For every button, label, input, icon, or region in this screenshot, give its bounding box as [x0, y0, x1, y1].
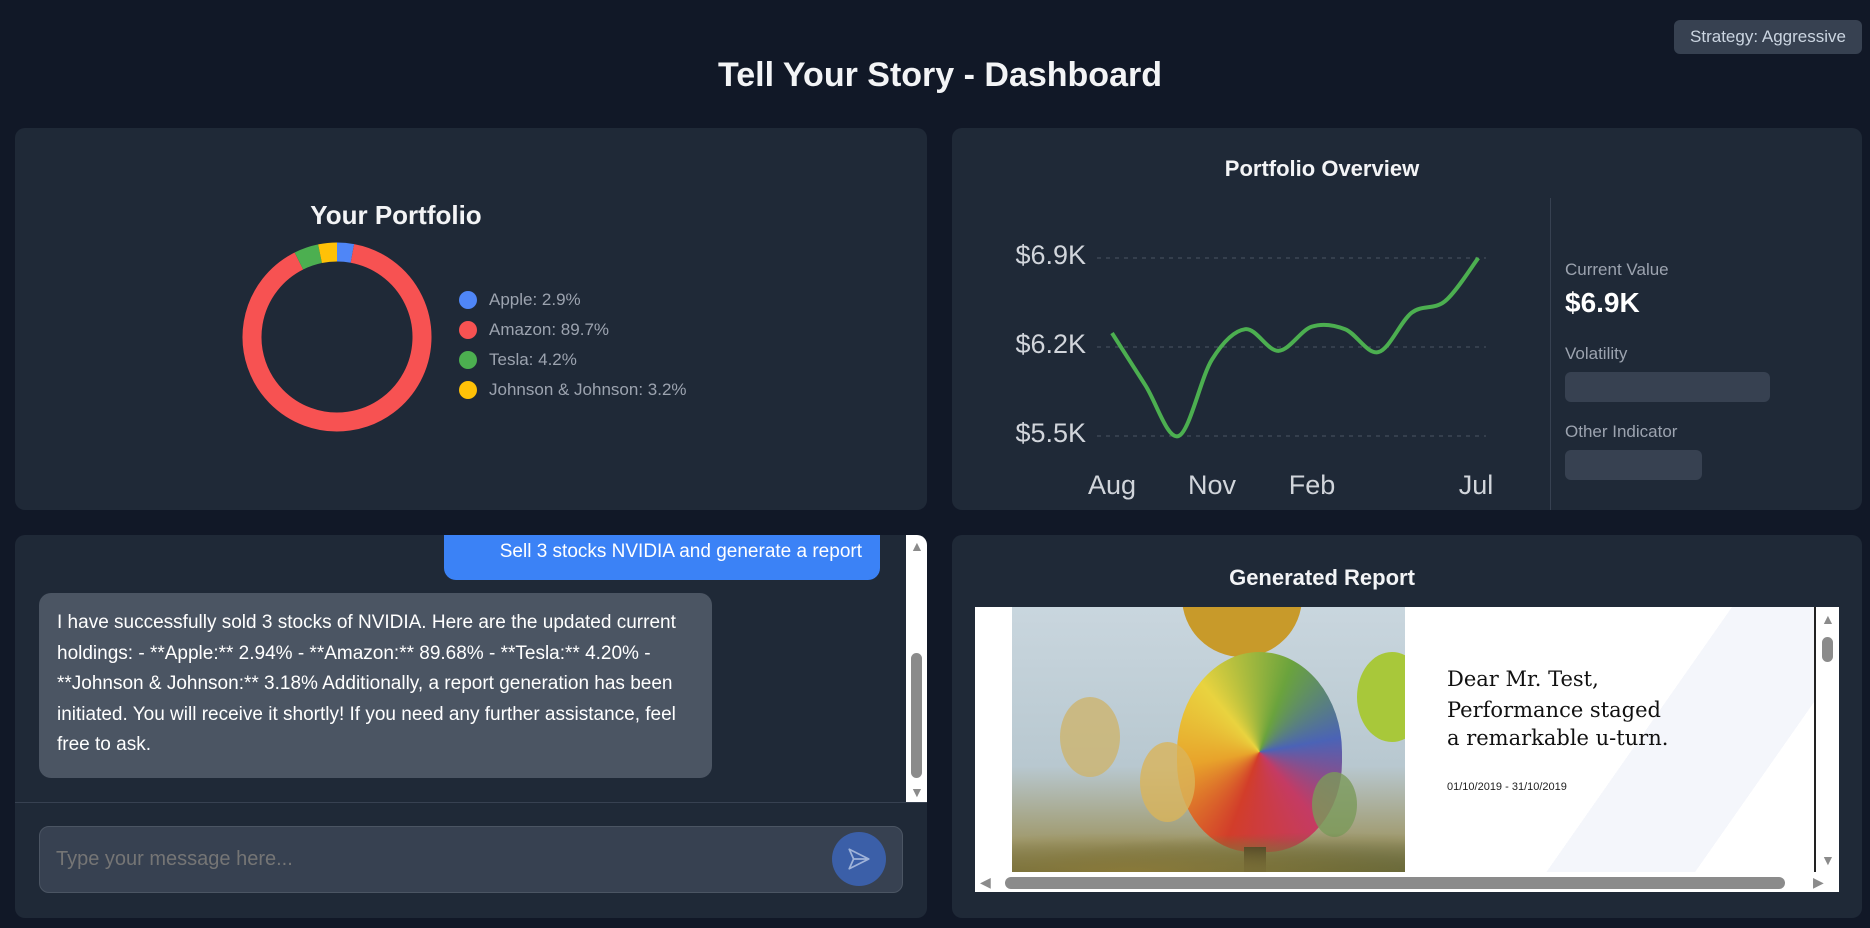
report-vertical-scrollbar[interactable]: ▲ ▼ — [1814, 607, 1839, 872]
data-point-mar[interactable] — [1341, 325, 1349, 333]
report-greeting: Dear Mr. Test, — [1447, 667, 1599, 691]
strategy-badge[interactable]: Strategy: Aggressive — [1674, 20, 1862, 54]
scroll-right-arrow[interactable]: ▶ — [1813, 875, 1824, 889]
bot-message: I have successfully sold 3 stocks of NVI… — [39, 593, 712, 778]
bot-message-text: I have successfully sold 3 stocks of NVI… — [57, 612, 676, 755]
scroll-left-arrow[interactable]: ◀ — [980, 875, 991, 889]
send-icon — [848, 848, 870, 870]
report-date-range: 01/10/2019 - 31/10/2019 — [1447, 781, 1567, 793]
message-input-box — [39, 826, 903, 893]
other-indicator-bar — [1565, 450, 1702, 480]
data-point-oct[interactable] — [1175, 432, 1183, 440]
x-tick-label: Aug — [1087, 470, 1137, 500]
report-headline: Performance staged a remarkable u-turn. — [1447, 698, 1669, 750]
report-horizontal-scrollbar[interactable]: ◀ ▶ — [975, 872, 1839, 892]
volatility-label: Volatility — [1565, 344, 1628, 363]
legend-dot — [459, 291, 477, 309]
overview-title: Portfolio Overview — [1224, 156, 1420, 181]
legend-label: Johnson & Johnson: 3.2% — [489, 380, 687, 399]
data-point-aug[interactable] — [1108, 329, 1116, 337]
donut-slice-amazon[interactable] — [242, 244, 432, 432]
data-point-jul[interactable] — [1474, 254, 1482, 262]
data-point-feb[interactable] — [1308, 323, 1316, 331]
legend-item-tesla[interactable]: Tesla: 4.2% — [459, 350, 577, 370]
overview-divider — [1550, 198, 1551, 510]
page-title: Tell Your Story - Dashboard — [718, 56, 1162, 94]
portfolio-donut-chart — [242, 242, 432, 432]
chat-panel: Sell 3 stocks NVIDIA and generate a repo… — [15, 535, 927, 918]
portfolio-line-chart — [1097, 254, 1486, 440]
donut-slice-johnson-johnson[interactable] — [318, 242, 338, 264]
donut-slice-tesla[interactable] — [294, 244, 323, 270]
send-button[interactable] — [832, 832, 886, 886]
data-point-apr[interactable] — [1374, 348, 1382, 356]
volatility-bar — [1565, 372, 1770, 402]
scroll-up-arrow[interactable]: ▲ — [910, 539, 924, 553]
report-title: Generated Report — [1229, 565, 1415, 590]
data-point-may[interactable] — [1408, 309, 1416, 317]
legend-dot — [459, 381, 477, 399]
data-point-jun[interactable] — [1441, 297, 1449, 305]
current-value-label: Current Value — [1565, 260, 1669, 279]
legend-item-apple[interactable]: Apple: 2.9% — [459, 290, 581, 310]
donut-slice-apple[interactable] — [336, 242, 355, 263]
legend-dot — [459, 351, 477, 369]
scroll-down-arrow[interactable]: ▼ — [910, 785, 924, 799]
x-tick-label: Nov — [1187, 470, 1237, 500]
x-tick-label: Feb — [1288, 470, 1336, 500]
data-point-dec[interactable] — [1241, 325, 1249, 333]
user-message-text: Sell 3 stocks NVIDIA and generate a repo… — [499, 541, 862, 562]
legend-label: Amazon: 89.7% — [489, 320, 610, 339]
current-value: $6.9K — [1565, 287, 1640, 318]
message-input[interactable] — [56, 827, 816, 892]
data-point-sep[interactable] — [1141, 381, 1149, 389]
scroll-thumb[interactable] — [911, 653, 922, 778]
y-tick-label: $6.9K — [1015, 240, 1086, 270]
y-axis-labels: $6.9K $6.2K $5.5K — [990, 240, 1086, 460]
y-tick-label: $6.2K — [1015, 329, 1086, 359]
legend-item-johnson-johnson[interactable]: Johnson & Johnson: 3.2% — [459, 380, 687, 400]
scroll-thumb[interactable] — [1005, 877, 1785, 889]
x-tick-label: Jul — [1458, 470, 1494, 500]
report-frame[interactable]: Dear Mr. Test, Performance staged a rema… — [975, 607, 1839, 892]
chat-divider — [15, 802, 927, 803]
scroll-thumb[interactable] — [1822, 637, 1833, 662]
legend-item-amazon[interactable]: Amazon: 89.7% — [459, 320, 609, 340]
report-balloon-image — [1012, 607, 1405, 872]
portfolio-title: Your Portfolio — [310, 200, 482, 230]
y-tick-label: $5.5K — [1015, 418, 1086, 448]
scroll-up-arrow[interactable]: ▲ — [1821, 612, 1835, 626]
legend-dot — [459, 321, 477, 339]
other-indicator-label: Other Indicator — [1565, 422, 1678, 441]
legend-label: Apple: 2.9% — [489, 290, 581, 309]
data-point-nov[interactable] — [1208, 356, 1216, 364]
portfolio-panel: Your Portfolio — [15, 128, 927, 510]
data-point-jan[interactable] — [1275, 347, 1283, 355]
legend-label: Tesla: 4.2% — [489, 350, 577, 369]
scroll-down-arrow[interactable]: ▼ — [1821, 853, 1835, 867]
